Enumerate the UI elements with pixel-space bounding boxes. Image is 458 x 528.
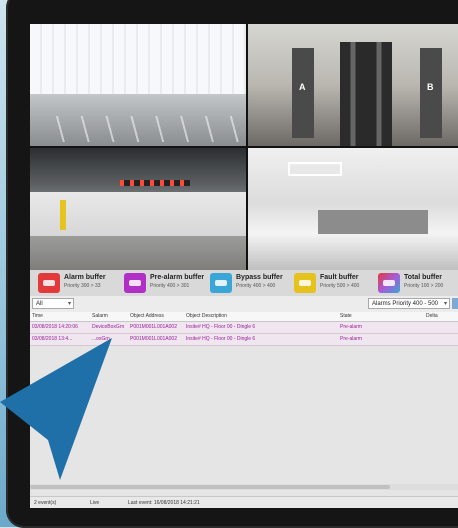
cell-salarm: ...oxGrn	[92, 336, 110, 342]
event-table: Time Salarm Object Address Object Descri…	[30, 312, 458, 496]
status-mode: Live	[90, 500, 100, 506]
camera-grid: A B	[30, 24, 458, 270]
cell-state: Pre-alarm	[340, 324, 362, 330]
sign-letter-left: A	[299, 82, 306, 92]
camera-3-lights	[120, 180, 190, 186]
alarm-buffer-subtitle: Priority 300 > 33	[64, 283, 101, 289]
status-bar: 2 event(s) Live Last event: 16/08/2018 1…	[30, 496, 458, 508]
pre-alarm-buffer-title: Pre-alarm buffer	[150, 274, 205, 281]
col-object-address[interactable]: Object Address	[130, 313, 164, 319]
sign-pillar-right	[420, 48, 442, 138]
camera-view-2[interactable]: A B	[248, 24, 458, 146]
bypass-buffer-button[interactable]: Bypass buffer Priority 400 > 400	[210, 273, 290, 293]
filter-button[interactable]	[452, 298, 458, 309]
col-salarm[interactable]: Salarm	[92, 313, 108, 319]
camera-1-wall	[30, 24, 246, 94]
fault-buffer-icon	[294, 273, 316, 293]
category-select[interactable]: All ▾	[32, 298, 74, 309]
pre-alarm-buffer-icon	[124, 273, 146, 293]
chevron-down-icon: ▾	[443, 301, 447, 307]
buffer-bar: Alarm buffer Priority 300 > 33 Pre-alarm…	[30, 270, 458, 297]
bypass-buffer-title: Bypass buffer	[236, 274, 283, 281]
cell-object-description: Insite# HQ - Floor 00 - Dingle 6	[186, 324, 256, 330]
cell-object-address: P001M001L001A002	[130, 324, 177, 330]
scrollbar-thumb[interactable]	[30, 485, 390, 489]
table-header: Time Salarm Object Address Object Descri…	[30, 312, 458, 322]
status-event-count: 2 event(s)	[34, 500, 57, 506]
cell-time: 03/08/2018 14:20:06	[32, 324, 78, 330]
camera-view-1[interactable]	[30, 24, 246, 146]
camera-view-3[interactable]	[30, 148, 246, 270]
bypass-buffer-subtitle: Priority 400 > 400	[236, 283, 276, 289]
filter-row: All ▾ Alarms Priority 400 - 500 ▾	[30, 296, 458, 313]
priority-select[interactable]: Alarms Priority 400 - 500 ▾	[368, 298, 450, 309]
col-state[interactable]: State	[340, 313, 352, 319]
cell-object-description: Insite# HQ - Floor 00 - Dingle 6	[186, 336, 256, 342]
col-object-description[interactable]: Object Description	[186, 313, 227, 319]
chevron-down-icon: ▾	[67, 301, 71, 307]
category-select-value: All	[36, 301, 43, 307]
col-time[interactable]: Time	[32, 313, 43, 319]
alarm-buffer-button[interactable]: Alarm buffer Priority 300 > 33	[38, 273, 118, 293]
escalator	[340, 42, 392, 146]
fault-buffer-title: Fault buffer	[320, 274, 359, 281]
table-row[interactable]: 03/08/2018 14:20:06 DeviceBoxGrn P001M00…	[30, 322, 458, 334]
camera-4-ceiling-light	[288, 162, 342, 176]
camera-1-floor-lines	[40, 116, 240, 142]
pre-alarm-buffer-subtitle: Priority 400 > 301	[150, 283, 190, 289]
total-buffer-title: Total buffer	[404, 274, 442, 281]
bypass-buffer-icon	[210, 273, 232, 293]
pre-alarm-buffer-button[interactable]: Pre-alarm buffer Priority 400 > 301	[124, 273, 208, 293]
sign-letter-right: B	[427, 82, 434, 92]
fault-buffer-button[interactable]: Fault buffer Priority 500 > 400	[294, 273, 374, 293]
col-delta[interactable]: Delta	[426, 313, 438, 319]
cell-time: 03/08/2018 13:4...	[32, 336, 73, 342]
cell-state: Pre-alarm	[340, 336, 362, 342]
total-buffer-subtitle: Priority 100 > 200	[404, 283, 444, 289]
cell-object-address: P001M001L001A002	[130, 336, 177, 342]
camera-view-4[interactable]	[248, 148, 458, 270]
alarm-buffer-icon	[38, 273, 60, 293]
table-row[interactable]: 03/08/2018 13:4... ...oxGrn P001M001L001…	[30, 334, 458, 346]
sign-pillar-left	[292, 48, 314, 138]
status-last-event: Last event: 16/08/2018 14:21:21	[128, 500, 200, 506]
camera-3-stripe	[60, 200, 66, 230]
camera-4-desk	[318, 210, 428, 234]
priority-select-value: Alarms Priority 400 - 500	[372, 301, 439, 307]
alarm-buffer-title: Alarm buffer	[64, 274, 106, 281]
total-buffer-icon	[378, 273, 400, 293]
horizontal-scrollbar[interactable]	[30, 484, 458, 490]
total-buffer-button[interactable]: Total buffer Priority 100 > 200	[378, 273, 456, 293]
fault-buffer-subtitle: Priority 500 > 400	[320, 283, 360, 289]
cell-salarm: DeviceBoxGrn	[92, 324, 125, 330]
app-screen: A B Alarm buffer Priority 300 > 33 Pre-a…	[30, 24, 458, 508]
